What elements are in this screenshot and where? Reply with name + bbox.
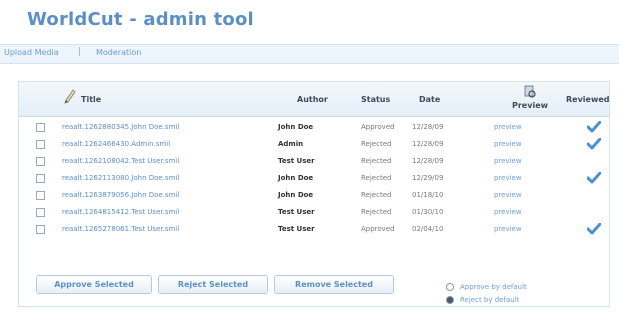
row-title-link[interactable]: reaalt.1265278061.Test User.smil	[62, 225, 179, 233]
header-status[interactable]: Status	[361, 95, 390, 104]
row-status: Rejected	[361, 140, 392, 148]
row-title-link[interactable]: reaalt.1262108042.Test User.smil	[62, 157, 179, 165]
approve-default-label: Approve by default	[460, 283, 527, 291]
reviewed-check-icon	[587, 223, 601, 235]
row-checkbox[interactable]	[36, 225, 45, 234]
row-author: John Doe	[278, 191, 314, 199]
pencil-icon	[64, 89, 76, 104]
row-checkbox[interactable]	[36, 140, 45, 149]
row-status: Approved	[361, 123, 395, 131]
table-row: reaalt.1262466430.Admin.smil Admin Rejecte…	[19, 137, 609, 153]
row-preview-link[interactable]: preview	[494, 140, 522, 148]
table-row: reaalt.1263879056.John Doe.smil John Doe R…	[19, 188, 609, 204]
row-preview-link[interactable]: preview	[494, 174, 522, 182]
row-date: 02/04/10	[412, 225, 444, 233]
table-row: reaalt.1265278061.Test User.smil Test Use…	[19, 222, 609, 238]
nav-link-moderation[interactable]: Moderation	[96, 48, 141, 57]
reject-default-label: Reject by default	[460, 296, 520, 304]
row-date: 01/30/10	[412, 208, 444, 216]
row-title-link[interactable]: reaalt.1264815412.Test User.smil	[62, 208, 179, 216]
row-date: 12/28/09	[412, 140, 444, 148]
row-status: Rejected	[361, 208, 392, 216]
approve-default-radio[interactable]	[446, 283, 454, 291]
reviewed-check-icon	[587, 121, 601, 133]
row-checkbox[interactable]	[36, 191, 45, 200]
table-row: reaalt.1262113080.John Doe.smil John Doe R…	[19, 171, 609, 187]
reject-default-radio[interactable]	[446, 296, 454, 304]
header-reviewed[interactable]: Reviewed	[566, 95, 610, 104]
table-row: reaalt.1262108042.Test User.smil Test Use…	[19, 154, 609, 170]
moderation-panel: Title Author Status Date Preview Reviewe…	[18, 81, 610, 307]
row-checkbox[interactable]	[36, 174, 45, 183]
header-title[interactable]: Title	[81, 95, 101, 104]
row-checkbox[interactable]	[36, 208, 45, 217]
row-status: Rejected	[361, 174, 392, 182]
row-author: Test User	[278, 225, 315, 233]
table-row: reaalt.1264815412.Test User.smil Test Use…	[19, 205, 609, 221]
approve-default-option[interactable]: Approve by default	[446, 283, 527, 291]
nav-bar: Upload Media | Moderation	[0, 44, 619, 64]
row-preview-link[interactable]: preview	[494, 191, 522, 199]
row-date: 12/28/09	[412, 157, 444, 165]
row-author: Test User	[278, 208, 315, 216]
table-row: reaalt.1262880345.John Doe.smil John Doe A…	[19, 120, 609, 136]
row-checkbox[interactable]	[36, 123, 45, 132]
header-date[interactable]: Date	[419, 95, 440, 104]
approve-selected-button[interactable]: Approve Selected	[36, 275, 152, 294]
row-date: 12/29/09	[412, 174, 444, 182]
row-status: Rejected	[361, 157, 392, 165]
row-preview-link[interactable]: preview	[494, 123, 522, 131]
row-title-link[interactable]: reaalt.1262466430.Admin.smil	[62, 140, 170, 148]
header-author[interactable]: Author	[297, 95, 328, 104]
header: WorldCut - admin tool	[0, 0, 619, 40]
row-date: 01/18/10	[412, 191, 444, 199]
row-preview-link[interactable]: preview	[494, 208, 522, 216]
row-author: Admin	[278, 140, 304, 148]
nav-separator: |	[78, 47, 82, 57]
reject-selected-button[interactable]: Reject Selected	[158, 275, 268, 294]
app-title: WorldCut - admin tool	[27, 9, 254, 30]
table-header: Title Author Status Date Preview Reviewe…	[19, 82, 610, 117]
preview-icon	[524, 85, 536, 98]
remove-selected-button[interactable]: Remove Selected	[274, 275, 394, 294]
row-status: Approved	[361, 225, 395, 233]
nav-link-upload-media[interactable]: Upload Media	[4, 48, 59, 57]
row-preview-link[interactable]: preview	[494, 157, 522, 165]
row-author: Test User	[278, 157, 315, 165]
row-status: Rejected	[361, 191, 392, 199]
row-title-link[interactable]: reaalt.1262113080.John Doe.smil	[62, 174, 179, 182]
header-preview[interactable]: Preview	[512, 101, 548, 110]
reviewed-check-icon	[587, 138, 601, 150]
row-author: John Doe	[278, 123, 314, 131]
row-title-link[interactable]: reaalt.1262880345.John Doe.smil	[62, 123, 179, 131]
row-title-link[interactable]: reaalt.1263879056.John Doe.smil	[62, 191, 179, 199]
row-date: 12/28/09	[412, 123, 444, 131]
reject-default-option[interactable]: Reject by default	[446, 296, 519, 304]
row-author: John Doe	[278, 174, 314, 182]
reviewed-check-icon	[587, 172, 601, 184]
row-preview-link[interactable]: preview	[494, 225, 522, 233]
row-checkbox[interactable]	[36, 157, 45, 166]
